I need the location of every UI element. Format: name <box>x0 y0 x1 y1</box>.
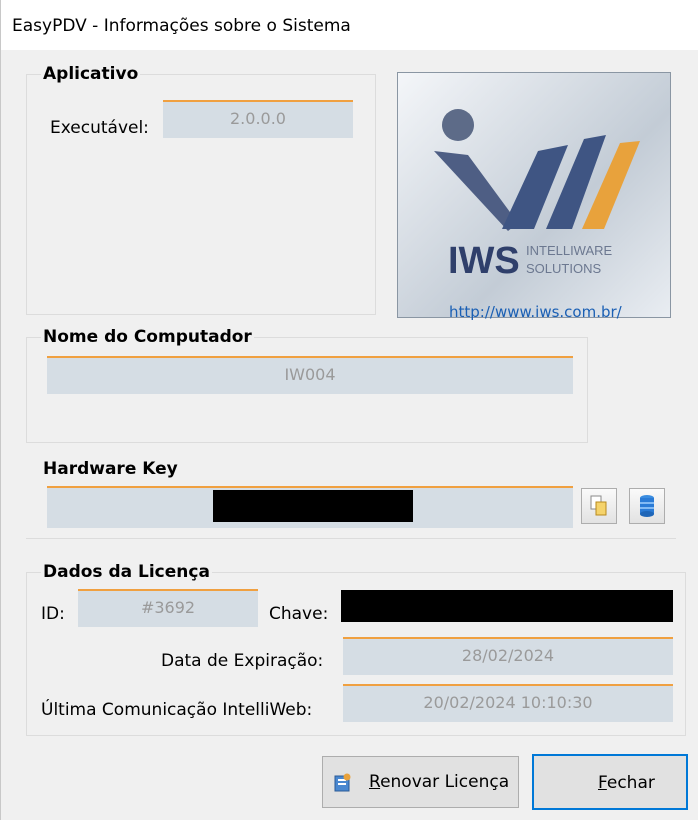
chave-label: Chave: <box>269 604 329 624</box>
about-dialog: EasyPDV - Informações sobre o Sistema Ap… <box>0 0 698 820</box>
comunicacao-label: Última Comunicação IntelliWeb: <box>41 700 313 720</box>
copy-key-button[interactable] <box>581 488 617 524</box>
hardware-heading: Hardware Key <box>41 459 180 479</box>
computador-heading: Nome do Computador <box>41 327 254 347</box>
renovar-label: enovar Licença <box>380 772 510 792</box>
iws-logo: IWS INTELLIWARE SOLUTIONS <box>397 72 671 318</box>
renovar-mnemonic: R <box>369 772 381 792</box>
logo-tagline-1: INTELLIWARE <box>526 243 613 258</box>
logo-tagline-2: SOLUTIONS <box>526 261 601 276</box>
iws-logo-graphic: IWS INTELLIWARE SOLUTIONS <box>434 109 640 282</box>
title-bar: EasyPDV - Informações sobre o Sistema <box>1 0 698 50</box>
fechar-label: echar <box>606 773 655 793</box>
expiracao-field: 28/02/2024 <box>343 637 673 675</box>
executavel-label: Executável: <box>50 118 149 138</box>
renew-license-icon <box>334 773 351 792</box>
id-field: #3692 <box>78 589 258 627</box>
chave-redacted <box>341 590 673 622</box>
database-key-button[interactable] <box>629 488 665 524</box>
aplicativo-heading: Aplicativo <box>41 64 141 84</box>
copy-icon <box>590 495 607 516</box>
licenca-heading: Dados da Licença <box>41 562 212 582</box>
executavel-field: 2.0.0.0 <box>163 100 353 138</box>
id-label: ID: <box>41 604 65 624</box>
fechar-button[interactable]: Fechar <box>532 754 688 810</box>
computador-field: IW004 <box>47 356 573 394</box>
hardware-key-redacted <box>213 490 413 522</box>
expiracao-label: Data de Expiração: <box>161 651 324 671</box>
logo-brand-text: IWS <box>448 240 520 282</box>
fechar-mnemonic: F <box>598 773 607 793</box>
website-link[interactable]: http://www.iws.com.br/ <box>449 303 622 321</box>
comunicacao-field: 20/02/2024 10:10:30 <box>343 684 673 722</box>
database-icon <box>640 495 654 517</box>
window-title: EasyPDV - Informações sobre o Sistema <box>12 16 351 36</box>
renovar-licenca-button[interactable]: Renovar Licença <box>322 756 519 808</box>
